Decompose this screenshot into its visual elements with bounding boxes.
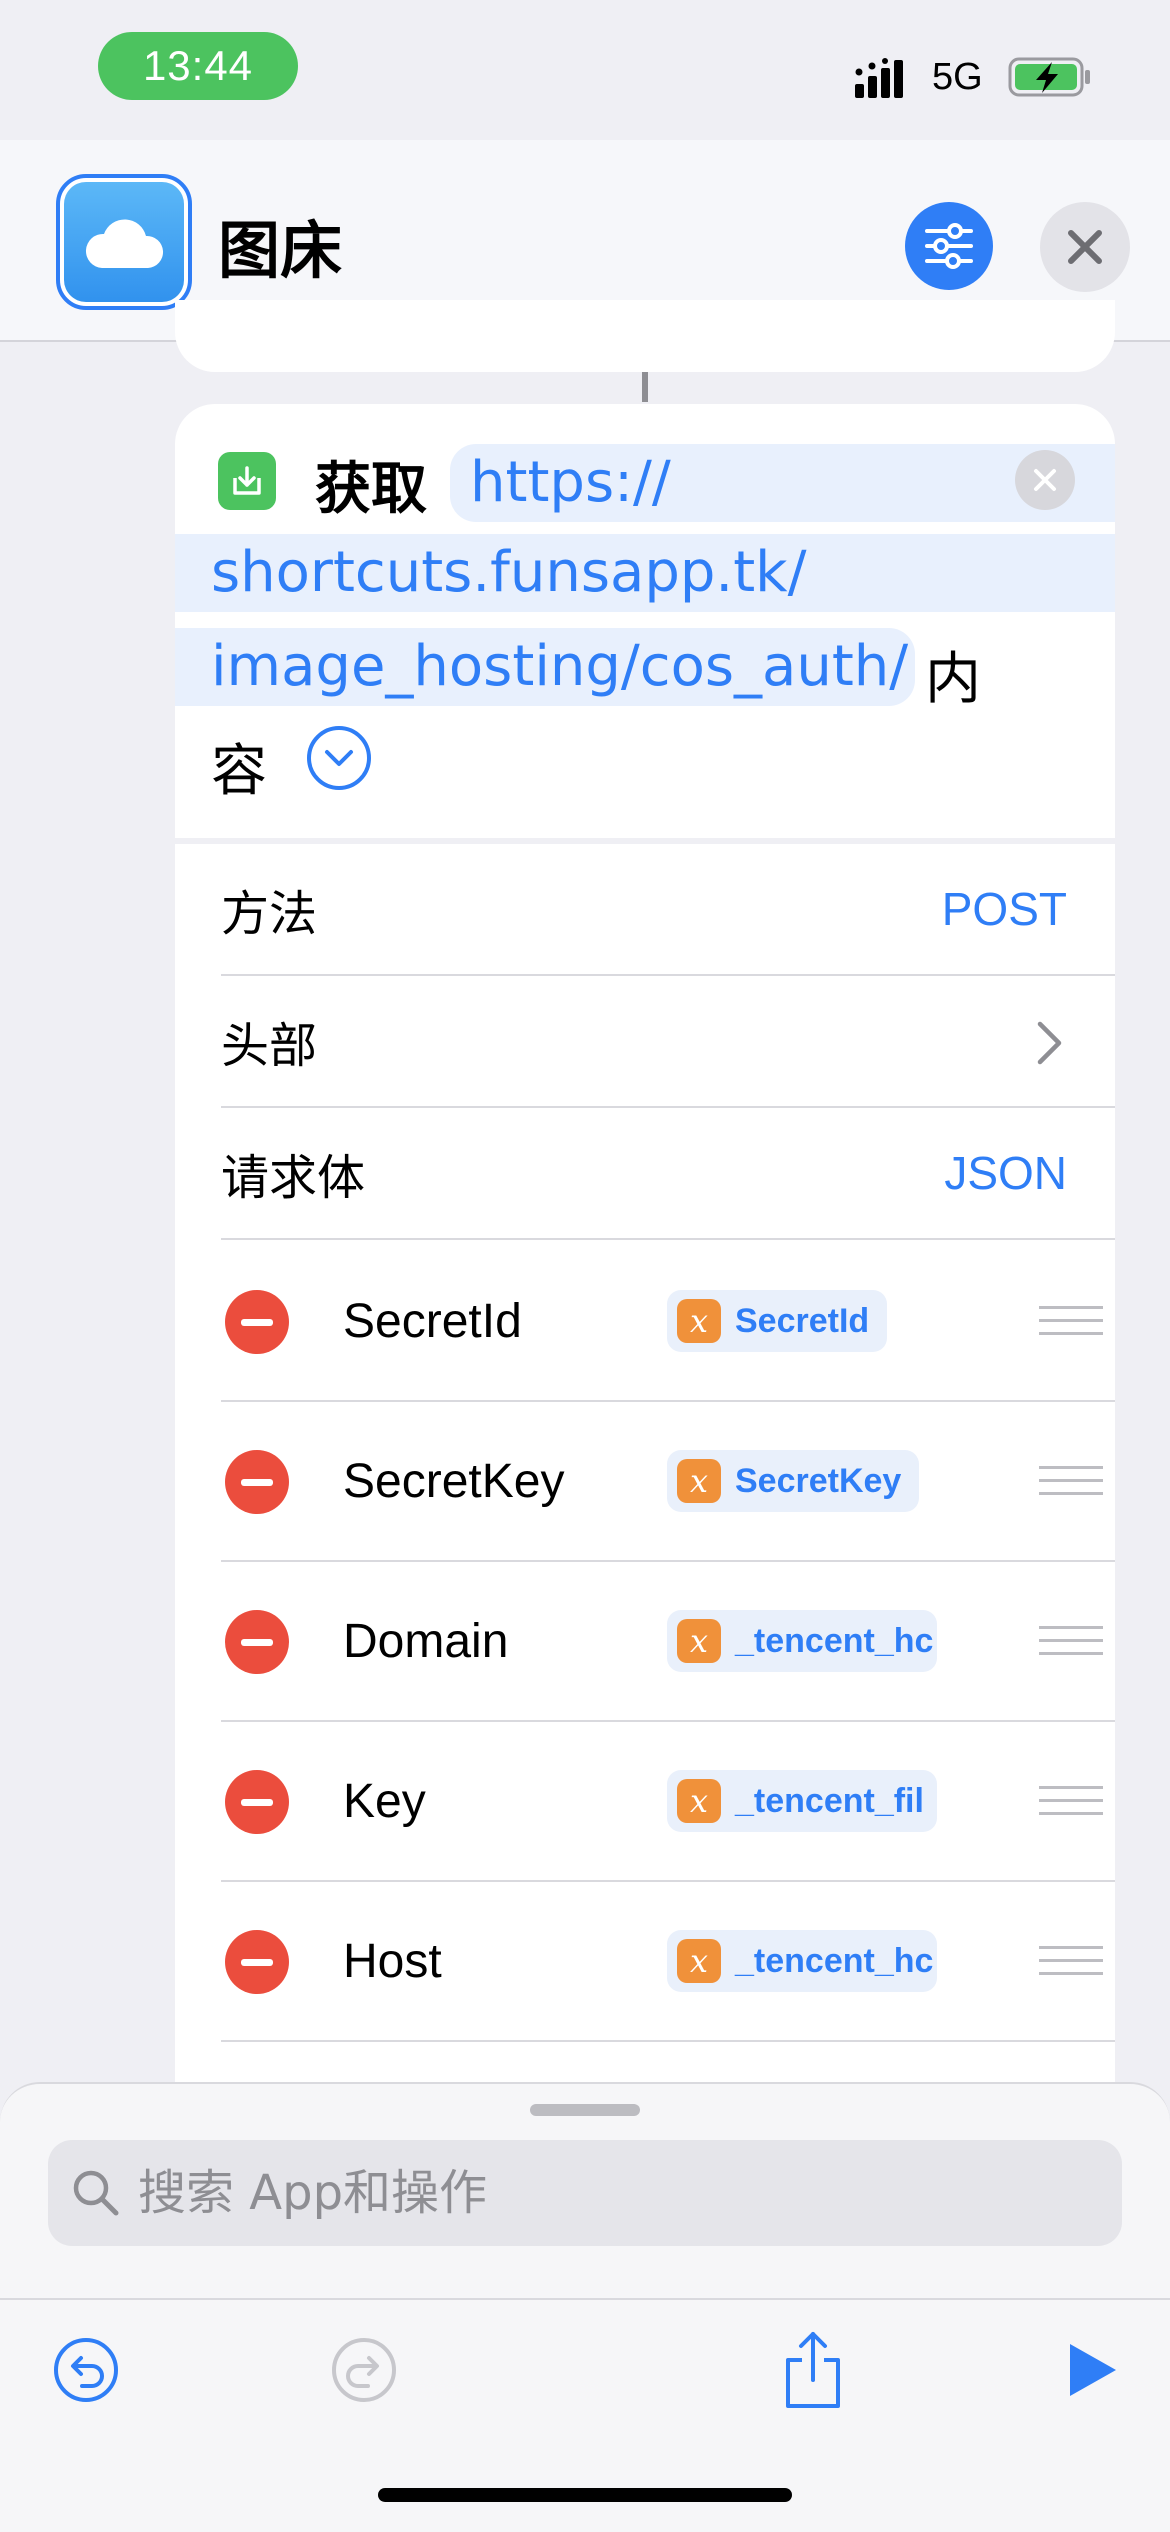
undo-icon <box>54 2338 118 2402</box>
shortcut-app-icon[interactable] <box>56 174 192 310</box>
reorder-handle-icon[interactable] <box>1039 1786 1103 1820</box>
request-body-label: 请求体 <box>221 1150 366 1206</box>
variable-icon: x <box>677 1939 721 1983</box>
undo-button[interactable] <box>46 2330 126 2410</box>
request-body-value[interactable]: JSON <box>944 1146 1067 1200</box>
action-object-part1: 内 <box>925 647 981 712</box>
json-field-row[interactable]: SecretId x SecretId <box>221 1242 1115 1402</box>
time-pill[interactable]: 13:44 <box>98 32 298 100</box>
battery-charging-icon <box>1008 57 1090 97</box>
sheet-grabber[interactable] <box>530 2104 640 2116</box>
method-value[interactable]: POST <box>942 882 1067 936</box>
redo-button[interactable] <box>324 2330 404 2410</box>
field-variable-token[interactable]: x SecretId <box>667 1290 888 1352</box>
field-variable-token[interactable]: x _tencent_hc <box>667 1930 937 1992</box>
reorder-handle-icon[interactable] <box>1039 1466 1103 1500</box>
home-indicator[interactable] <box>378 2488 792 2502</box>
remove-field-button[interactable] <box>225 1770 289 1834</box>
remove-field-button[interactable] <box>225 1610 289 1674</box>
download-action-icon <box>218 452 276 510</box>
field-variable-token[interactable]: x _tencent_hc <box>667 1610 937 1672</box>
download-icon <box>233 466 261 495</box>
close-button[interactable] <box>1040 202 1130 292</box>
remove-field-button[interactable] <box>225 1930 289 1994</box>
share-button[interactable] <box>773 2330 853 2410</box>
json-field-row[interactable]: Domain x _tencent_hc <box>221 1562 1115 1722</box>
network-type: 5G <box>932 56 983 98</box>
url-token-line3[interactable]: image_hosting/cos_auth/ <box>175 628 915 706</box>
variable-name: SecretKey <box>735 1461 902 1500</box>
variable-name: _tencent_hc <box>735 1941 934 1980</box>
chevron-right-icon <box>1037 1021 1062 1065</box>
clear-url-button[interactable] <box>1015 450 1075 510</box>
run-button[interactable] <box>1052 2330 1132 2410</box>
shortcut-title[interactable]: 图床 <box>218 200 342 290</box>
action-verb: 获取 <box>315 457 427 522</box>
field-key[interactable]: Key <box>343 1774 426 1829</box>
field-key[interactable]: Host <box>343 1934 442 1989</box>
share-icon <box>786 2332 840 2408</box>
field-variable-token[interactable]: x SecretKey <box>667 1450 920 1512</box>
action-search-sheet <box>0 2082 1170 2302</box>
search-input[interactable] <box>138 2165 1038 2221</box>
variable-icon: x <box>677 1459 721 1503</box>
play-icon <box>1070 2344 1116 2396</box>
variable-icon: x <box>677 1779 721 1823</box>
chevron-down-icon <box>325 750 353 766</box>
field-key[interactable]: Domain <box>343 1614 508 1669</box>
cloud-icon <box>85 219 164 268</box>
get-contents-action-card: 获取 https:// shortcuts.funsapp.tk/ image_… <box>175 404 1115 2104</box>
reorder-handle-icon[interactable] <box>1039 1626 1103 1660</box>
expand-options-button[interactable] <box>307 726 371 790</box>
headers-row[interactable]: 头部 <box>221 976 1115 1108</box>
sliders-icon <box>925 223 973 269</box>
field-key[interactable]: SecretId <box>343 1294 522 1349</box>
url-token-line2[interactable]: shortcuts.funsapp.tk/ <box>175 534 1115 612</box>
status-bar: 13:44 5G <box>0 0 1170 140</box>
remove-field-button[interactable] <box>225 1290 289 1354</box>
previous-action-card <box>175 300 1115 372</box>
clear-icon <box>1034 469 1056 491</box>
headers-label: 头部 <box>221 1018 318 1074</box>
field-variable-token[interactable]: x _tencent_fil <box>667 1770 937 1832</box>
request-body-row[interactable]: 请求体 JSON <box>221 1108 1115 1240</box>
settings-button[interactable] <box>905 202 993 290</box>
field-key[interactable]: SecretKey <box>343 1454 564 1509</box>
remove-field-button[interactable] <box>225 1450 289 1514</box>
json-field-row[interactable]: Host x _tencent_hc <box>221 1882 1115 2042</box>
search-icon <box>73 2170 119 2216</box>
search-field[interactable] <box>48 2140 1122 2246</box>
cellular-signal-icon <box>855 58 903 98</box>
json-field-row[interactable]: Key x _tencent_fil <box>221 1722 1115 1882</box>
redo-icon <box>332 2338 396 2402</box>
close-icon <box>1068 230 1102 264</box>
json-field-row[interactable]: SecretKey x SecretKey <box>221 1402 1115 1562</box>
action-summary: 获取 https:// shortcuts.funsapp.tk/ image_… <box>175 404 1115 840</box>
method-row[interactable]: 方法 POST <box>221 844 1115 976</box>
variable-icon: x <box>677 1299 721 1343</box>
action-object-part2: 容 <box>211 739 267 804</box>
variable-name: _tencent_fil <box>735 1781 924 1820</box>
variable-icon: x <box>677 1619 721 1663</box>
variable-name: _tencent_hc <box>735 1621 934 1660</box>
method-label: 方法 <box>221 886 318 942</box>
reorder-handle-icon[interactable] <box>1039 1946 1103 1980</box>
action-connector <box>642 372 648 402</box>
variable-name: SecretId <box>735 1301 870 1340</box>
reorder-handle-icon[interactable] <box>1039 1306 1103 1340</box>
